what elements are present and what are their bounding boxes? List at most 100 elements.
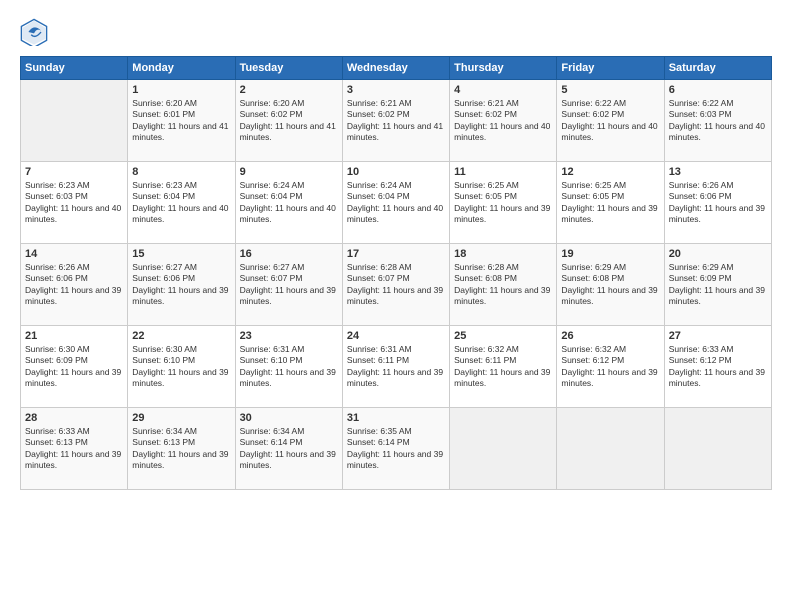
weekday-header: Tuesday xyxy=(235,57,342,80)
cell-info: Sunrise: 6:34 AMSunset: 6:13 PMDaylight:… xyxy=(132,426,230,472)
calendar-cell: 27 Sunrise: 6:33 AMSunset: 6:12 PMDayligh… xyxy=(664,326,771,408)
day-number: 8 xyxy=(132,166,230,178)
day-number: 16 xyxy=(240,248,338,260)
calendar-cell xyxy=(450,408,557,490)
weekday-header: Friday xyxy=(557,57,664,80)
calendar-body: 1 Sunrise: 6:20 AMSunset: 6:01 PMDaylight… xyxy=(21,80,772,490)
logo xyxy=(20,18,52,46)
calendar-cell: 4 Sunrise: 6:21 AMSunset: 6:02 PMDaylight… xyxy=(450,80,557,162)
day-number: 20 xyxy=(669,248,767,260)
logo-icon xyxy=(20,18,48,46)
cell-info: Sunrise: 6:26 AMSunset: 6:06 PMDaylight:… xyxy=(669,180,767,226)
day-number: 27 xyxy=(669,330,767,342)
cell-info: Sunrise: 6:23 AMSunset: 6:03 PMDaylight:… xyxy=(25,180,123,226)
day-number: 31 xyxy=(347,412,445,424)
cell-info: Sunrise: 6:33 AMSunset: 6:12 PMDaylight:… xyxy=(669,344,767,390)
calendar-week-row: 7 Sunrise: 6:23 AMSunset: 6:03 PMDaylight… xyxy=(21,162,772,244)
calendar-week-row: 21 Sunrise: 6:30 AMSunset: 6:09 PMDayligh… xyxy=(21,326,772,408)
day-number: 13 xyxy=(669,166,767,178)
cell-info: Sunrise: 6:32 AMSunset: 6:11 PMDaylight:… xyxy=(454,344,552,390)
cell-info: Sunrise: 6:30 AMSunset: 6:10 PMDaylight:… xyxy=(132,344,230,390)
day-number: 29 xyxy=(132,412,230,424)
day-number: 28 xyxy=(25,412,123,424)
calendar-header: SundayMondayTuesdayWednesdayThursdayFrid… xyxy=(21,57,772,80)
cell-info: Sunrise: 6:32 AMSunset: 6:12 PMDaylight:… xyxy=(561,344,659,390)
day-number: 7 xyxy=(25,166,123,178)
day-number: 3 xyxy=(347,84,445,96)
calendar-cell: 26Sunrise: 6:32 AMSunset: 6:12 PMDayligh… xyxy=(557,326,664,408)
calendar-cell: 7 Sunrise: 6:23 AMSunset: 6:03 PMDaylight… xyxy=(21,162,128,244)
day-number: 25 xyxy=(454,330,552,342)
cell-info: Sunrise: 6:25 AMSunset: 6:05 PMDaylight:… xyxy=(454,180,552,226)
day-number: 14 xyxy=(25,248,123,260)
cell-info: Sunrise: 6:31 AMSunset: 6:11 PMDaylight:… xyxy=(347,344,445,390)
cell-info: Sunrise: 6:30 AMSunset: 6:09 PMDaylight:… xyxy=(25,344,123,390)
day-number: 11 xyxy=(454,166,552,178)
cell-info: Sunrise: 6:20 AMSunset: 6:02 PMDaylight:… xyxy=(240,98,338,144)
day-number: 12 xyxy=(561,166,659,178)
calendar-cell: 15 Sunrise: 6:27 AMSunset: 6:06 PMDayligh… xyxy=(128,244,235,326)
cell-info: Sunrise: 6:21 AMSunset: 6:02 PMDaylight:… xyxy=(347,98,445,144)
cell-info: Sunrise: 6:21 AMSunset: 6:02 PMDaylight:… xyxy=(454,98,552,144)
cell-info: Sunrise: 6:23 AMSunset: 6:04 PMDaylight:… xyxy=(132,180,230,226)
cell-info: Sunrise: 6:27 AMSunset: 6:07 PMDaylight:… xyxy=(240,262,338,308)
calendar-cell: 10 Sunrise: 6:24 AMSunset: 6:04 PMDayligh… xyxy=(342,162,449,244)
cell-info: Sunrise: 6:29 AMSunset: 6:09 PMDaylight:… xyxy=(669,262,767,308)
day-number: 10 xyxy=(347,166,445,178)
day-number: 15 xyxy=(132,248,230,260)
cell-info: Sunrise: 6:29 AMSunset: 6:08 PMDaylight:… xyxy=(561,262,659,308)
calendar-cell: 11 Sunrise: 6:25 AMSunset: 6:05 PMDayligh… xyxy=(450,162,557,244)
day-number: 22 xyxy=(132,330,230,342)
weekday-header: Monday xyxy=(128,57,235,80)
cell-info: Sunrise: 6:35 AMSunset: 6:14 PMDaylight:… xyxy=(347,426,445,472)
weekday-header: Thursday xyxy=(450,57,557,80)
calendar-cell: 6 Sunrise: 6:22 AMSunset: 6:03 PMDaylight… xyxy=(664,80,771,162)
cell-info: Sunrise: 6:22 AMSunset: 6:03 PMDaylight:… xyxy=(669,98,767,144)
calendar-cell: 13 Sunrise: 6:26 AMSunset: 6:06 PMDayligh… xyxy=(664,162,771,244)
cell-info: Sunrise: 6:24 AMSunset: 6:04 PMDaylight:… xyxy=(240,180,338,226)
day-number: 30 xyxy=(240,412,338,424)
calendar-cell xyxy=(21,80,128,162)
cell-info: Sunrise: 6:27 AMSunset: 6:06 PMDaylight:… xyxy=(132,262,230,308)
weekday-header: Sunday xyxy=(21,57,128,80)
calendar-cell: 31 Sunrise: 6:35 AMSunset: 6:14 PMDayligh… xyxy=(342,408,449,490)
calendar-week-row: 1 Sunrise: 6:20 AMSunset: 6:01 PMDaylight… xyxy=(21,80,772,162)
day-number: 1 xyxy=(132,84,230,96)
cell-info: Sunrise: 6:28 AMSunset: 6:08 PMDaylight:… xyxy=(454,262,552,308)
calendar-cell: 16 Sunrise: 6:27 AMSunset: 6:07 PMDayligh… xyxy=(235,244,342,326)
day-number: 18 xyxy=(454,248,552,260)
calendar-week-row: 14Sunrise: 6:26 AMSunset: 6:06 PMDayligh… xyxy=(21,244,772,326)
calendar-cell: 24Sunrise: 6:31 AMSunset: 6:11 PMDayligh… xyxy=(342,326,449,408)
calendar-cell: 30 Sunrise: 6:34 AMSunset: 6:14 PMDayligh… xyxy=(235,408,342,490)
calendar-table: SundayMondayTuesdayWednesdayThursdayFrid… xyxy=(20,56,772,490)
cell-info: Sunrise: 6:28 AMSunset: 6:07 PMDaylight:… xyxy=(347,262,445,308)
weekday-header: Wednesday xyxy=(342,57,449,80)
calendar-cell: 18 Sunrise: 6:28 AMSunset: 6:08 PMDayligh… xyxy=(450,244,557,326)
calendar-cell: 9 Sunrise: 6:24 AMSunset: 6:04 PMDaylight… xyxy=(235,162,342,244)
day-number: 6 xyxy=(669,84,767,96)
calendar-cell: 1 Sunrise: 6:20 AMSunset: 6:01 PMDaylight… xyxy=(128,80,235,162)
cell-info: Sunrise: 6:22 AMSunset: 6:02 PMDaylight:… xyxy=(561,98,659,144)
cell-info: Sunrise: 6:25 AMSunset: 6:05 PMDaylight:… xyxy=(561,180,659,226)
calendar-cell xyxy=(664,408,771,490)
calendar-cell: 23Sunrise: 6:31 AMSunset: 6:10 PMDayligh… xyxy=(235,326,342,408)
calendar-cell: 21 Sunrise: 6:30 AMSunset: 6:09 PMDayligh… xyxy=(21,326,128,408)
cell-info: Sunrise: 6:34 AMSunset: 6:14 PMDaylight:… xyxy=(240,426,338,472)
cell-info: Sunrise: 6:24 AMSunset: 6:04 PMDaylight:… xyxy=(347,180,445,226)
cell-info: Sunrise: 6:20 AMSunset: 6:01 PMDaylight:… xyxy=(132,98,230,144)
day-number: 4 xyxy=(454,84,552,96)
weekday-row: SundayMondayTuesdayWednesdayThursdayFrid… xyxy=(21,57,772,80)
calendar-cell: 12 Sunrise: 6:25 AMSunset: 6:05 PMDayligh… xyxy=(557,162,664,244)
day-number: 9 xyxy=(240,166,338,178)
day-number: 2 xyxy=(240,84,338,96)
calendar-cell: 14Sunrise: 6:26 AMSunset: 6:06 PMDayligh… xyxy=(21,244,128,326)
calendar-cell: 20 Sunrise: 6:29 AMSunset: 6:09 PMDayligh… xyxy=(664,244,771,326)
calendar-cell: 29 Sunrise: 6:34 AMSunset: 6:13 PMDayligh… xyxy=(128,408,235,490)
day-number: 21 xyxy=(25,330,123,342)
page: SundayMondayTuesdayWednesdayThursdayFrid… xyxy=(0,0,792,612)
calendar-cell: 3 Sunrise: 6:21 AMSunset: 6:02 PMDaylight… xyxy=(342,80,449,162)
cell-info: Sunrise: 6:31 AMSunset: 6:10 PMDaylight:… xyxy=(240,344,338,390)
day-number: 17 xyxy=(347,248,445,260)
weekday-header: Saturday xyxy=(664,57,771,80)
calendar-cell: 17 Sunrise: 6:28 AMSunset: 6:07 PMDayligh… xyxy=(342,244,449,326)
